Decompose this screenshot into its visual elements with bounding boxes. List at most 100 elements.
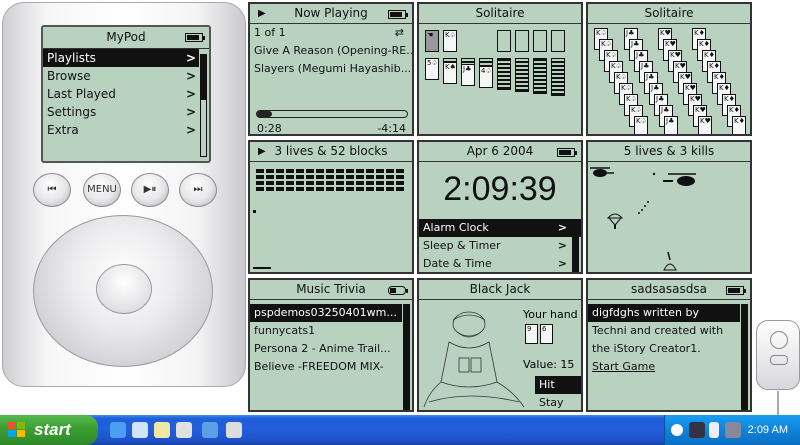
chevron-right-icon: >	[557, 221, 567, 234]
story-scrollbar[interactable]	[741, 304, 748, 410]
select-button[interactable]	[96, 264, 152, 314]
start-button[interactable]: start	[0, 415, 98, 445]
menu-item-settings[interactable]: Settings >	[43, 103, 199, 121]
story-line: Techni and created with	[592, 324, 724, 337]
cascade-card: K♤	[634, 116, 648, 134]
paddle[interactable]	[253, 267, 271, 269]
panel-blackjack[interactable]: Black Jack Your hand 9 6 Value: 15 Hit S…	[417, 278, 583, 412]
menu-item-last-played[interactable]: Last Played >	[43, 85, 199, 103]
start-game-link[interactable]: Start Game	[588, 358, 740, 376]
player-helicopter-icon	[663, 173, 696, 186]
tableau-card[interactable]: J♣	[461, 64, 475, 86]
panel-bricks[interactable]: ▶ 3 lives & 52 blocks	[248, 140, 414, 274]
panel-title: Solitaire	[644, 6, 694, 20]
track-index: 1 of 1 ⇄	[250, 24, 412, 42]
tableau-card[interactable]: K♠	[443, 62, 457, 84]
cascade-card: K♥	[698, 116, 712, 134]
menu-button[interactable]: MENU	[83, 173, 121, 207]
tableau-card[interactable]	[515, 58, 529, 92]
menu-scrollbar[interactable]	[572, 222, 579, 272]
panel-title: 3 lives & 52 blocks	[274, 144, 388, 158]
next-button[interactable]: ⏭	[179, 173, 217, 207]
playback-progress-bar[interactable]	[256, 110, 408, 118]
folder-icon[interactable]	[154, 422, 170, 438]
chevron-right-icon: >	[185, 105, 196, 119]
player-card: 9	[525, 324, 538, 344]
menu-item-extra[interactable]: Extra >	[43, 121, 199, 139]
panel-now-playing[interactable]: ▶ Now Playing 1 of 1 ⇄ Give A Reason (Op…	[248, 2, 414, 136]
screen: MyPod Playlists > Browse > Last Played >…	[0, 0, 800, 445]
date-text: Apr 6 2004	[466, 144, 534, 158]
remote-button[interactable]	[770, 355, 788, 365]
battery-icon	[185, 33, 205, 42]
menu-item-label: Extra	[47, 123, 79, 137]
messenger-icon[interactable]	[202, 422, 218, 438]
panel-solitaire-2[interactable]: Solitaire K♤ K♤ K♤ K♤ K♤ K♤ K♤ K♤ K♤ J♣ J♣ J♣ J♣ J♣ J♣…	[586, 2, 752, 136]
your-hand-label: Your hand	[523, 308, 578, 321]
recycle-bin-icon[interactable]	[132, 422, 148, 438]
chevron-right-icon: >	[557, 257, 567, 270]
panel-story[interactable]: sadsasasdsa digfdghs written by Techni a…	[586, 278, 752, 412]
clock-menu: Alarm Clock > Sleep & Timer > Date & Time >	[419, 219, 581, 272]
start-label: start	[34, 420, 71, 439]
remaining-time: -4:14	[377, 122, 406, 135]
network-icon[interactable]	[226, 422, 242, 438]
ie-icon[interactable]	[110, 422, 126, 438]
battery-icon	[726, 286, 746, 295]
list-item[interactable]: funnycats1	[250, 322, 402, 340]
remote-button[interactable]	[770, 331, 788, 349]
player-card: 6	[540, 324, 553, 344]
menu-item-browse[interactable]: Browse >	[43, 67, 199, 85]
stock-card[interactable]: ☚	[425, 30, 439, 52]
scroll-wheel[interactable]	[33, 215, 213, 367]
foundation-slot[interactable]	[515, 30, 529, 52]
waste-card[interactable]: K♤	[443, 30, 457, 52]
tray-app-icon[interactable]	[689, 422, 705, 438]
panel-music-trivia[interactable]: Music Trivia pspdemos03250401wm... funny…	[248, 278, 414, 412]
menu-item-date-time[interactable]: Date & Time >	[419, 255, 581, 272]
list-item[interactable]: pspdemos03250401wm...	[250, 304, 402, 322]
volume-icon[interactable]	[725, 422, 741, 438]
shooter-field	[590, 167, 696, 271]
battery-icon	[388, 10, 408, 19]
clock-header: Apr 6 2004	[419, 142, 581, 162]
tableau-card[interactable]: 4♤	[479, 66, 493, 88]
song-title: Give A Reason (Opening-RE...	[254, 44, 412, 57]
menu-item-alarm-clock[interactable]: Alarm Clock >	[419, 219, 581, 237]
menu-item-sleep-timer[interactable]: Sleep & Timer >	[419, 237, 581, 255]
hit-button[interactable]: Hit	[535, 376, 581, 394]
panel-title: Solitaire	[475, 6, 525, 20]
panel-clock[interactable]: Apr 6 2004 2:09:39 Alarm Clock > Sleep & …	[417, 140, 583, 274]
foundation-slot[interactable]	[497, 30, 511, 52]
play-icon: ▶	[258, 8, 266, 19]
list-item[interactable]: Persona 2 - Anime Trail...	[250, 340, 402, 358]
stay-button[interactable]: Stay	[535, 394, 581, 410]
play-pause-icon: ▶⏸	[143, 184, 157, 195]
panel-solitaire-1[interactable]: Solitaire ☚ K♤ 5♤ K♠ J♣ 4♤	[417, 2, 583, 136]
ball	[253, 210, 256, 213]
tableau-card[interactable]	[551, 58, 565, 96]
play-pause-button[interactable]: ▶⏸	[131, 173, 169, 207]
list-scrollbar[interactable]	[403, 304, 410, 410]
arrow-icon[interactable]	[671, 424, 683, 436]
foundation-slot[interactable]	[551, 30, 565, 52]
cascade-card: K♦	[732, 116, 746, 134]
previous-button[interactable]: ⏮	[33, 173, 71, 207]
tableau-card[interactable]	[497, 58, 511, 90]
previous-icon: ⏮	[47, 184, 57, 195]
ipod-tray-icon[interactable]	[709, 422, 719, 438]
menu-scrollbar[interactable]	[200, 54, 207, 157]
panel-shooter[interactable]: 5 lives & 3 kills	[586, 140, 752, 274]
ipod-body: MyPod Playlists > Browse > Last Played >…	[2, 2, 246, 387]
foundation-slot[interactable]	[533, 30, 547, 52]
clock-time: 2:09:39	[443, 170, 557, 208]
media-player-icon[interactable]	[176, 422, 192, 438]
ipod-remote	[756, 320, 800, 416]
brick-wall	[256, 169, 406, 193]
menu-button-label: MENU	[87, 184, 117, 195]
list-item[interactable]: Believe -FREEDOM MIX-	[250, 358, 402, 376]
tableau-card[interactable]	[533, 58, 547, 94]
battery-icon	[388, 286, 408, 295]
tableau-card[interactable]: 5♤	[425, 58, 439, 80]
menu-item-playlists[interactable]: Playlists >	[43, 49, 199, 67]
